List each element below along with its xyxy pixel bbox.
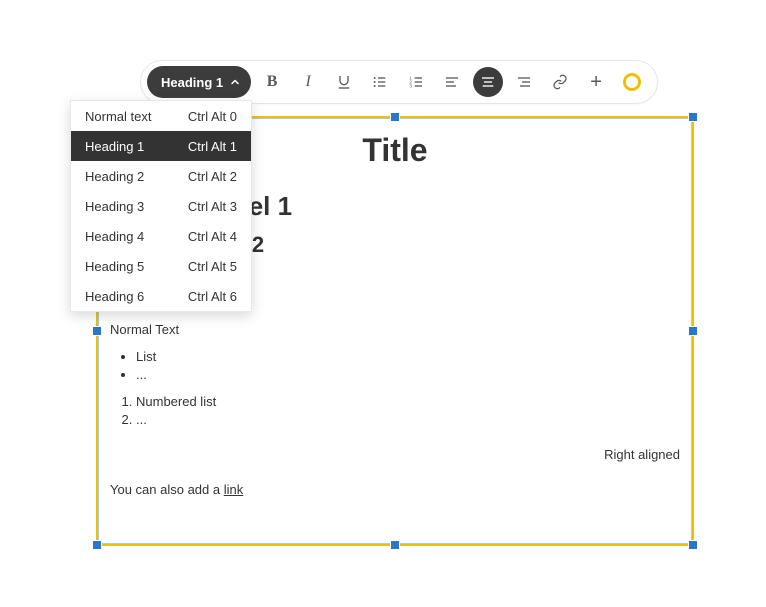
link-prefix-text: You can also add a bbox=[110, 482, 224, 497]
more-options-button[interactable] bbox=[617, 67, 647, 97]
style-option-label: Heading 6 bbox=[85, 289, 144, 304]
style-option-label: Normal text bbox=[85, 109, 151, 124]
add-button[interactable]: + bbox=[581, 67, 611, 97]
style-option[interactable]: Heading 5 Ctrl Alt 5 bbox=[71, 251, 251, 281]
bullet-list-icon bbox=[372, 74, 388, 90]
style-option-shortcut: Ctrl Alt 2 bbox=[188, 169, 237, 184]
style-option-shortcut: Ctrl Alt 3 bbox=[188, 199, 237, 214]
align-right-icon bbox=[516, 74, 532, 90]
doc-right-aligned: Right aligned bbox=[110, 447, 680, 464]
underline-button[interactable] bbox=[329, 67, 359, 97]
doc-numbered-list: Numbered list... bbox=[110, 394, 680, 429]
bold-icon: B bbox=[267, 73, 278, 91]
style-option-label: Heading 5 bbox=[85, 259, 144, 274]
paragraph-style-dropdown[interactable]: Heading 1 bbox=[147, 66, 251, 98]
align-center-button[interactable] bbox=[473, 67, 503, 97]
bold-button[interactable]: B bbox=[257, 67, 287, 97]
style-option-label: Heading 1 bbox=[85, 139, 144, 154]
svg-text:3: 3 bbox=[409, 83, 412, 88]
style-option-shortcut: Ctrl Alt 6 bbox=[188, 289, 237, 304]
resize-handle[interactable] bbox=[391, 113, 399, 121]
resize-handle[interactable] bbox=[391, 541, 399, 549]
resize-handle[interactable] bbox=[93, 541, 101, 549]
style-option[interactable]: Heading 4 Ctrl Alt 4 bbox=[71, 221, 251, 251]
list-item: ... bbox=[136, 367, 680, 384]
list-item: Numbered list bbox=[136, 394, 680, 411]
align-left-icon bbox=[444, 74, 460, 90]
doc-bullet-list: List... bbox=[110, 349, 680, 384]
style-option[interactable]: Heading 3 Ctrl Alt 3 bbox=[71, 191, 251, 221]
numbered-list-icon: 123 bbox=[408, 74, 424, 90]
italic-icon: I bbox=[305, 73, 310, 91]
style-option[interactable]: Normal text Ctrl Alt 0 bbox=[71, 101, 251, 131]
chevron-up-icon bbox=[229, 76, 241, 88]
link-button[interactable] bbox=[545, 67, 575, 97]
style-option-label: Heading 3 bbox=[85, 199, 144, 214]
style-option-shortcut: Ctrl Alt 4 bbox=[188, 229, 237, 244]
align-left-button[interactable] bbox=[437, 67, 467, 97]
resize-handle[interactable] bbox=[93, 327, 101, 335]
resize-handle[interactable] bbox=[689, 541, 697, 549]
resize-handle[interactable] bbox=[689, 113, 697, 121]
style-option-label: Heading 4 bbox=[85, 229, 144, 244]
style-option-label: Heading 2 bbox=[85, 169, 144, 184]
doc-link-line: You can also add a link bbox=[110, 482, 680, 499]
underline-icon bbox=[336, 74, 352, 90]
link-icon bbox=[552, 74, 568, 90]
paragraph-style-menu: Normal text Ctrl Alt 0 Heading 1 Ctrl Alt 1… bbox=[70, 100, 252, 312]
style-option[interactable]: Heading 6 Ctrl Alt 6 bbox=[71, 281, 251, 311]
style-option-shortcut: Ctrl Alt 5 bbox=[188, 259, 237, 274]
numbered-list-button[interactable]: 123 bbox=[401, 67, 431, 97]
style-option[interactable]: Heading 1 Ctrl Alt 1 bbox=[71, 131, 251, 161]
bullet-list-button[interactable] bbox=[365, 67, 395, 97]
plus-icon: + bbox=[590, 72, 602, 92]
list-item: List bbox=[136, 349, 680, 366]
style-option-shortcut: Ctrl Alt 1 bbox=[188, 139, 237, 154]
formatting-toolbar: Heading 1 B I 123 + bbox=[140, 60, 658, 104]
paragraph-style-label: Heading 1 bbox=[161, 75, 223, 90]
doc-link[interactable]: link bbox=[224, 482, 244, 497]
italic-button[interactable]: I bbox=[293, 67, 323, 97]
style-option-shortcut: Ctrl Alt 0 bbox=[188, 109, 237, 124]
circle-ring-icon bbox=[623, 73, 641, 91]
doc-normal-text: Normal Text bbox=[110, 322, 680, 339]
align-right-button[interactable] bbox=[509, 67, 539, 97]
list-item: ... bbox=[136, 412, 680, 429]
align-center-icon bbox=[480, 74, 496, 90]
resize-handle[interactable] bbox=[689, 327, 697, 335]
style-option[interactable]: Heading 2 Ctrl Alt 2 bbox=[71, 161, 251, 191]
